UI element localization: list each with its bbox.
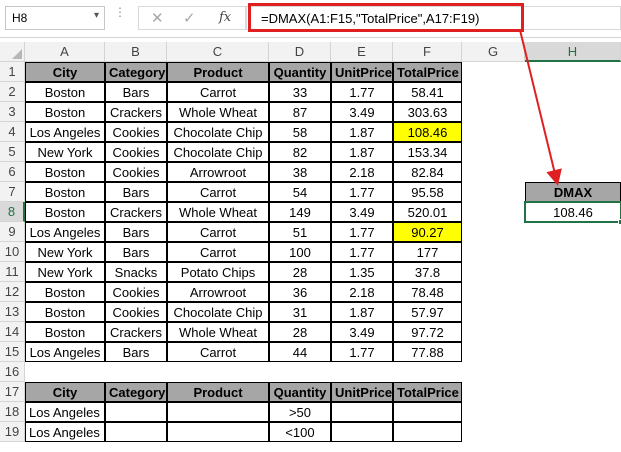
annotation-arrow [519, 29, 562, 186]
arrow-line [519, 29, 562, 186]
